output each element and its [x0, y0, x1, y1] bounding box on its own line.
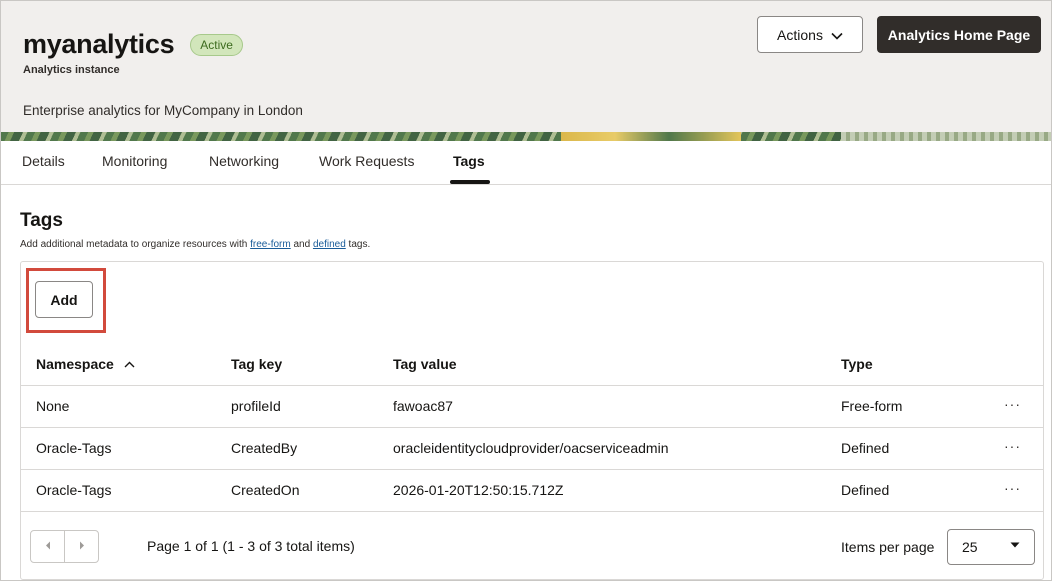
- pagination-bar: Page 1 of 1 (1 - 3 of 3 total items) Ite…: [21, 516, 1043, 578]
- cell-tag-value: fawoac87: [393, 398, 453, 414]
- next-page-button[interactable]: [64, 530, 99, 563]
- section-description-and: and: [290, 239, 313, 250]
- instance-header: myanalytics Active Analytics instance En…: [1, 1, 1051, 141]
- section-description-suffix: tags.: [345, 239, 371, 250]
- tab-work-requests[interactable]: Work Requests: [319, 153, 414, 169]
- cell-tag-value: oracleidentitycloudprovider/oacservicead…: [393, 440, 669, 456]
- table-header: Namespace Tag key Tag value Type: [21, 342, 1043, 386]
- banner-decoration-pattern: [841, 132, 1051, 141]
- cell-type: Defined: [841, 482, 890, 498]
- more-actions-icon[interactable]: ···: [1004, 396, 1021, 412]
- previous-page-button[interactable]: [30, 530, 65, 563]
- status-badge: Active: [190, 33, 243, 56]
- cell-type: Defined: [841, 440, 890, 456]
- section-title: Tags: [20, 210, 63, 231]
- section-description-text: Add additional metadata to organize reso…: [20, 239, 251, 250]
- table-row: Oracle-Tags CreatedOn 2026-01-20T12:50:1…: [21, 470, 1043, 512]
- tab-details[interactable]: Details: [22, 153, 65, 169]
- chevron-down-icon: [831, 27, 843, 43]
- page-title: myanalytics: [23, 29, 175, 59]
- items-per-page-label: Items per page: [841, 539, 935, 555]
- tab-networking[interactable]: Networking: [209, 153, 279, 169]
- page-info: Page 1 of 1 (1 - 3 of 3 total items): [147, 538, 355, 554]
- more-actions-icon[interactable]: ···: [1004, 480, 1021, 496]
- active-tab-indicator: [450, 180, 490, 184]
- cell-namespace: Oracle-Tags: [36, 482, 112, 498]
- actions-button[interactable]: Actions: [757, 16, 863, 53]
- cell-tag-key: CreatedOn: [231, 482, 300, 498]
- caret-down-icon: [1010, 540, 1020, 551]
- banner-decoration: [1, 132, 1051, 141]
- cell-tag-key: profileId: [231, 398, 281, 414]
- actions-button-label: Actions: [777, 26, 823, 43]
- chevron-right-icon: [79, 541, 85, 552]
- more-actions-icon[interactable]: ···: [1004, 438, 1021, 454]
- page-frame: myanalytics Active Analytics instance En…: [0, 0, 1052, 581]
- column-header-namespace-label: Namespace: [36, 356, 114, 372]
- add-tag-button[interactable]: Add: [35, 281, 93, 318]
- cell-tag-key: CreatedBy: [231, 440, 298, 456]
- tab-tags[interactable]: Tags: [453, 153, 485, 169]
- chevron-left-icon: [45, 541, 51, 552]
- cell-type: Free-form: [841, 398, 903, 414]
- column-header-namespace[interactable]: Namespace: [36, 356, 135, 372]
- table-row: Oracle-Tags CreatedBy oracleidentityclou…: [21, 428, 1043, 470]
- banner-decoration-accent: [561, 132, 741, 141]
- free-form-link[interactable]: free-form: [250, 239, 291, 250]
- sort-ascending-icon[interactable]: [124, 359, 135, 371]
- column-header-type[interactable]: Type: [841, 356, 873, 372]
- page-subtitle: Analytics instance: [23, 64, 120, 76]
- analytics-home-page-button[interactable]: Analytics Home Page: [877, 16, 1041, 53]
- column-header-tag-value[interactable]: Tag value: [393, 356, 457, 372]
- tab-bar: Details Monitoring Networking Work Reque…: [1, 141, 1051, 185]
- instance-description: Enterprise analytics for MyCompany in Lo…: [23, 103, 303, 118]
- items-per-page-value: 25: [962, 539, 978, 555]
- tags-table-card: Add Namespace Tag key Tag value Type Non…: [20, 261, 1044, 580]
- title-block: myanalytics Active: [23, 29, 243, 60]
- cell-tag-value: 2026-01-20T12:50:15.712Z: [393, 482, 564, 498]
- section-description: Add additional metadata to organize reso…: [20, 239, 370, 250]
- items-per-page-select[interactable]: 25: [947, 529, 1035, 565]
- cell-namespace: Oracle-Tags: [36, 440, 112, 456]
- defined-link[interactable]: defined: [313, 239, 346, 250]
- column-header-tag-key[interactable]: Tag key: [231, 356, 282, 372]
- table-row: None profileId fawoac87 Free-form ···: [21, 386, 1043, 428]
- tab-monitoring[interactable]: Monitoring: [102, 153, 167, 169]
- cell-namespace: None: [36, 398, 70, 414]
